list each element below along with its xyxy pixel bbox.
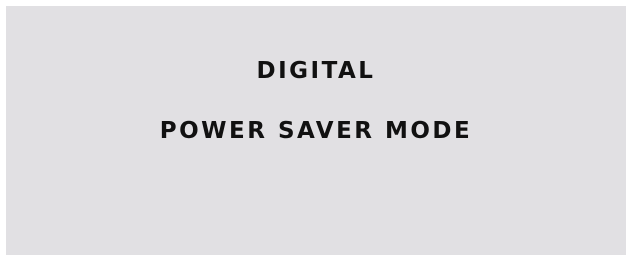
power-saver-mode-label: POWER SAVER MODE <box>159 118 473 144</box>
display-screen: DIGITAL POWER SAVER MODE <box>6 6 626 255</box>
signal-type-label: DIGITAL <box>256 58 376 84</box>
